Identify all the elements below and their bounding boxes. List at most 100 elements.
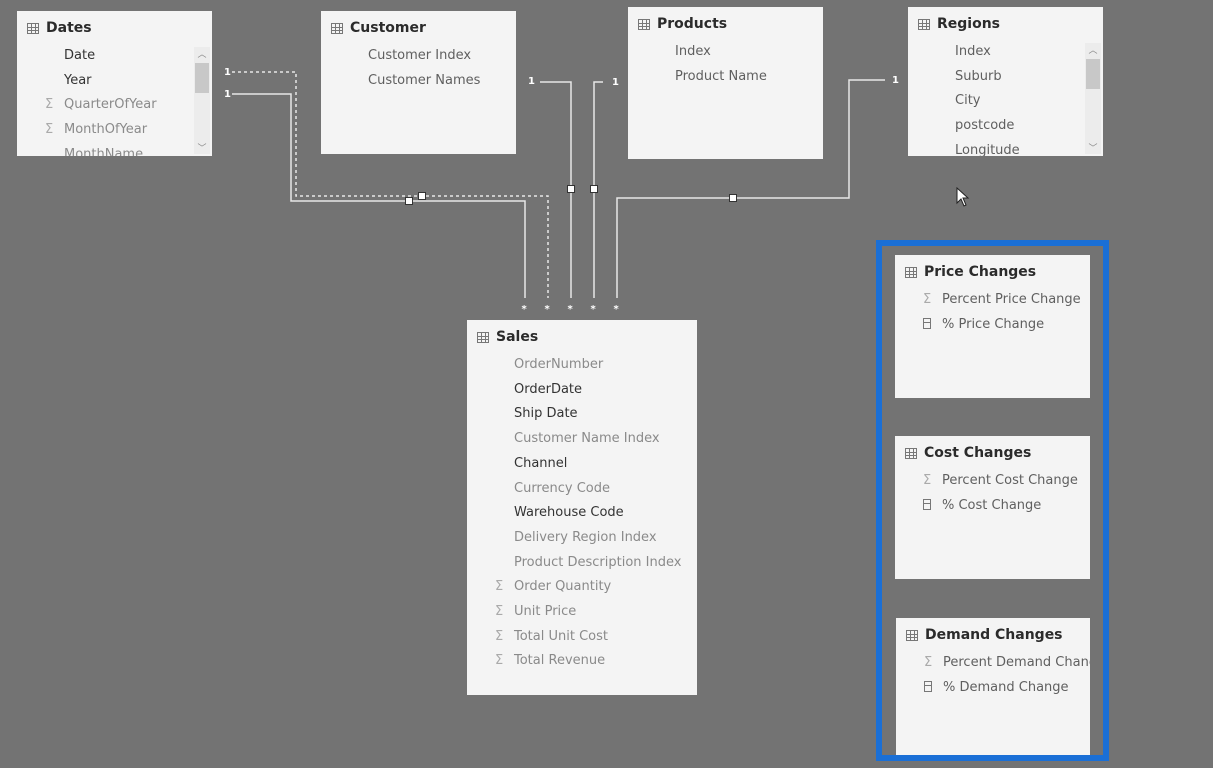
field-item[interactable]: Longitude bbox=[936, 143, 1020, 156]
sigma-icon: Σ bbox=[495, 579, 504, 595]
filter-direction-arrow-icon bbox=[405, 197, 413, 205]
table-name: Sales bbox=[496, 329, 539, 345]
field-item[interactable]: OrderNumber bbox=[495, 357, 603, 372]
field-label: Customer Names bbox=[368, 72, 481, 88]
field-item[interactable]: Delivery Region Index bbox=[495, 530, 657, 545]
table-header[interactable]: Customer bbox=[331, 20, 426, 36]
field-label: Delivery Region Index bbox=[514, 529, 657, 545]
table-card-demand-changes[interactable]: Demand Changes Σ Percent Demand Chang % Dem… bbox=[896, 618, 1090, 758]
table-card-products[interactable]: Products Index Product Name bbox=[628, 7, 823, 159]
field-label: Percent Price Change bbox=[942, 292, 1081, 307]
scrollbar[interactable]: ︿ ﹀ bbox=[1085, 43, 1101, 154]
field-label: Total Revenue bbox=[514, 653, 606, 669]
scrollbar[interactable]: ︿ ﹀ bbox=[194, 47, 210, 154]
field-item[interactable]: Σ Total Revenue bbox=[495, 653, 605, 668]
field-label: % Price Change bbox=[942, 316, 1045, 332]
table-header[interactable]: Price Changes bbox=[905, 264, 1036, 280]
cardinality-one-label: 1 bbox=[528, 76, 535, 87]
sigma-icon: Σ bbox=[923, 473, 932, 488]
field-label: % Demand Change bbox=[943, 679, 1069, 695]
table-card-dates[interactable]: Dates Date Year Σ QuarterOfYear Σ MonthOfYear M… bbox=[17, 11, 212, 156]
field-item[interactable]: Index bbox=[656, 44, 711, 59]
field-item[interactable]: Σ MonthOfYear bbox=[45, 122, 147, 137]
field-item[interactable]: % Price Change bbox=[923, 317, 1044, 332]
table-card-price-changes[interactable]: Price Changes Σ Percent Price Change % Pric… bbox=[895, 255, 1090, 398]
field-item[interactable]: City bbox=[936, 93, 980, 108]
relationship-line[interactable] bbox=[540, 81, 572, 298]
field-label: Order Quantity bbox=[514, 579, 612, 595]
cardinality-one-label: 1 bbox=[612, 77, 619, 88]
field-item[interactable]: Σ Order Quantity bbox=[495, 579, 611, 594]
table-icon bbox=[905, 447, 917, 459]
field-item[interactable]: MonthName bbox=[45, 147, 143, 156]
sigma-icon: Σ bbox=[45, 97, 54, 113]
table-icon bbox=[918, 18, 930, 30]
cardinality-many-label: * bbox=[591, 304, 597, 315]
field-item[interactable]: Ship Date bbox=[495, 406, 578, 421]
field-label: Channel bbox=[514, 455, 568, 471]
field-label: Longitude bbox=[955, 142, 1020, 156]
cardinality-many-label: * bbox=[545, 304, 551, 315]
filter-direction-arrow-icon bbox=[729, 194, 737, 202]
field-item[interactable]: Index bbox=[936, 44, 991, 59]
table-header[interactable]: Sales bbox=[477, 329, 538, 345]
field-item[interactable]: Customer Names bbox=[349, 73, 480, 88]
table-card-cost-changes[interactable]: Cost Changes Σ Percent Cost Change % Cost C… bbox=[895, 436, 1090, 579]
chevron-down-icon[interactable]: ﹀ bbox=[1085, 141, 1101, 154]
table-header[interactable]: Regions bbox=[918, 16, 1000, 32]
field-item[interactable]: Date bbox=[45, 48, 95, 63]
table-name: Cost Changes bbox=[924, 445, 1032, 461]
field-item[interactable]: % Cost Change bbox=[923, 498, 1041, 513]
field-item[interactable]: Σ Total Unit Cost bbox=[495, 629, 608, 644]
field-item[interactable]: Σ Unit Price bbox=[495, 604, 576, 619]
chevron-down-icon[interactable]: ﹀ bbox=[194, 141, 210, 154]
table-header[interactable]: Dates bbox=[27, 20, 92, 36]
field-item[interactable]: Σ Percent Demand Chang bbox=[924, 655, 1090, 670]
field-label: OrderNumber bbox=[514, 357, 604, 372]
field-item[interactable]: Year bbox=[45, 73, 92, 88]
field-item[interactable]: Σ Percent Cost Change bbox=[923, 473, 1078, 488]
field-label: Index bbox=[675, 44, 711, 59]
chevron-up-icon[interactable]: ︿ bbox=[194, 47, 210, 60]
field-item[interactable]: Customer Name Index bbox=[495, 431, 660, 446]
field-item[interactable]: Currency Code bbox=[495, 481, 610, 496]
cardinality-one-label: 1 bbox=[224, 89, 231, 100]
field-label: Index bbox=[955, 44, 991, 59]
table-name: Price Changes bbox=[924, 264, 1037, 280]
table-card-regions[interactable]: Regions Index Suburb City postcode Longitude ︿… bbox=[908, 7, 1103, 156]
field-item[interactable]: Product Name bbox=[656, 69, 767, 84]
filter-direction-arrow-icon bbox=[567, 185, 575, 193]
table-card-sales[interactable]: Sales OrderNumber OrderDate Ship Date Custom… bbox=[467, 320, 697, 695]
chevron-up-icon[interactable]: ︿ bbox=[1085, 43, 1101, 56]
field-item[interactable]: postcode bbox=[936, 118, 1014, 133]
calculator-icon bbox=[924, 680, 932, 692]
field-label: postcode bbox=[955, 118, 1015, 134]
cardinality-many-label: * bbox=[614, 304, 620, 315]
field-item[interactable]: Σ Percent Price Change bbox=[923, 292, 1081, 307]
mouse-cursor-icon bbox=[956, 187, 970, 207]
field-item[interactable]: Channel bbox=[495, 456, 567, 471]
field-item[interactable]: Suburb bbox=[936, 69, 1002, 84]
table-icon bbox=[331, 22, 343, 34]
table-header[interactable]: Cost Changes bbox=[905, 445, 1031, 461]
calculator-icon bbox=[923, 317, 931, 329]
scrollbar-thumb[interactable] bbox=[195, 63, 209, 93]
field-item[interactable]: OrderDate bbox=[495, 382, 582, 397]
table-icon bbox=[905, 266, 917, 278]
table-header[interactable]: Products bbox=[638, 16, 727, 32]
table-card-customer[interactable]: Customer Customer Index Customer Names bbox=[321, 11, 516, 154]
field-label: Product Name bbox=[675, 68, 767, 84]
sigma-icon: Σ bbox=[924, 655, 933, 670]
field-label: Total Unit Cost bbox=[514, 628, 608, 644]
table-icon bbox=[906, 629, 918, 641]
field-label: Warehouse Code bbox=[514, 505, 624, 521]
field-item[interactable]: Product Description Index bbox=[495, 555, 681, 570]
field-item[interactable]: % Demand Change bbox=[924, 680, 1069, 695]
field-item[interactable]: Warehouse Code bbox=[495, 505, 624, 520]
scrollbar-thumb[interactable] bbox=[1086, 59, 1100, 89]
table-icon bbox=[477, 331, 489, 343]
table-header[interactable]: Demand Changes bbox=[906, 627, 1063, 643]
field-item[interactable]: Σ QuarterOfYear bbox=[45, 97, 157, 112]
field-label: City bbox=[955, 93, 981, 109]
field-item[interactable]: Customer Index bbox=[349, 48, 471, 63]
